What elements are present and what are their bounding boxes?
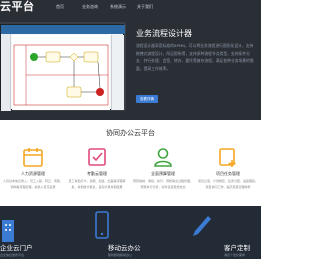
designer-screenshot (0, 24, 125, 111)
building-icon (2, 220, 14, 242)
plus-icon (219, 148, 236, 167)
feature-label: 项目任务管理 (216, 171, 240, 176)
checkbox-icon (88, 148, 106, 166)
feature-hr[interactable]: 人力资源管理 人员基本信息录入，员工入职、转正、离职、调岗等流程管理，提供人员花… (0, 146, 66, 201)
feature-desc: 项目立项、计划制定、任务分配、进度跟踪，项目协同工作，提高项目管理效率 (198, 179, 259, 189)
screenshot-palette (1, 34, 11, 111)
nav-item-business-consulting[interactable]: 业务咨询 (82, 0, 98, 14)
screenshot-toolbar (1, 25, 125, 34)
feature-attendance[interactable]: 考勤云管理 员工考勤打卡，请假、加班、出差等流程审批，考勤统计报表，自动计算考勤… (64, 146, 130, 201)
band-subtitle: 企业信息发布平台 (0, 253, 25, 257)
band-title: 客户定制 (224, 244, 250, 252)
nav-item-home[interactable]: 首页 (56, 0, 64, 14)
logo[interactable]: 云平台 (0, 0, 35, 14)
feature-desc: 员工考勤打卡，请假、加班、出差等流程审批，考勤统计报表，自动计算考勤结果 (68, 179, 126, 189)
details-button[interactable]: 查看详情 (136, 95, 158, 103)
mobile-phone-icon (95, 211, 109, 239)
screenshot-canvas (12, 35, 110, 110)
feature-label: 全面预算管理 (151, 171, 175, 176)
calendar-icon (23, 148, 43, 167)
band-subtitle: 满足个性化需求 (224, 253, 246, 257)
top-navbar: 云平台 首页 业务咨询 系统演示 关于我们 (0, 0, 261, 14)
band-title: 企业云门户 (0, 244, 33, 252)
feature-project[interactable]: 项目任务管理 项目立项、计划制定、任务分配、进度跟踪，项目协同工作，提高项目管理… (195, 146, 261, 201)
band-mobile[interactable]: 移动云办公 随时随地移动办公 (88, 206, 175, 259)
band-portal[interactable]: 企业云门户 企业信息发布平台 (0, 206, 87, 259)
nav-item-about-us[interactable]: 关于我们 (137, 0, 153, 14)
hero-title: 业务流程设计器 (136, 29, 192, 38)
feature-label: 人力资源管理 (21, 171, 45, 176)
feature-desc: 预算编制、审批、执行、调整等全过程管理，预算执行分析，实时掌控费用支出 (133, 179, 194, 189)
section-title: 协同办公云平台 (106, 129, 155, 137)
feature-budget[interactable]: 全面预算管理 预算编制、审批、执行、调整等全过程管理，预算执行分析，实时掌控费用… (130, 146, 196, 201)
screenshot-properties (111, 35, 124, 110)
bpmn-diagram-graphic (13, 44, 109, 106)
hero-description: 流程设计器采用标准的BPMN，可以将业务流程进行图形化设计，支持拖拽式流程设计，… (136, 43, 254, 71)
band-custom[interactable]: 客户定制 满足个性化需求 (176, 206, 261, 259)
feature-label: 考勤云管理 (87, 171, 107, 176)
band-title: 移动云办公 (108, 244, 141, 252)
band-subtitle: 随时随地移动办公 (108, 253, 133, 257)
feature-desc: 人员基本信息录入，员工入职、转正、离职、调岗等流程管理，提供人员花名册 (3, 179, 64, 189)
user-icon (154, 148, 172, 167)
pen-icon (193, 216, 211, 236)
nav-item-system-demo[interactable]: 系统演示 (110, 0, 126, 14)
